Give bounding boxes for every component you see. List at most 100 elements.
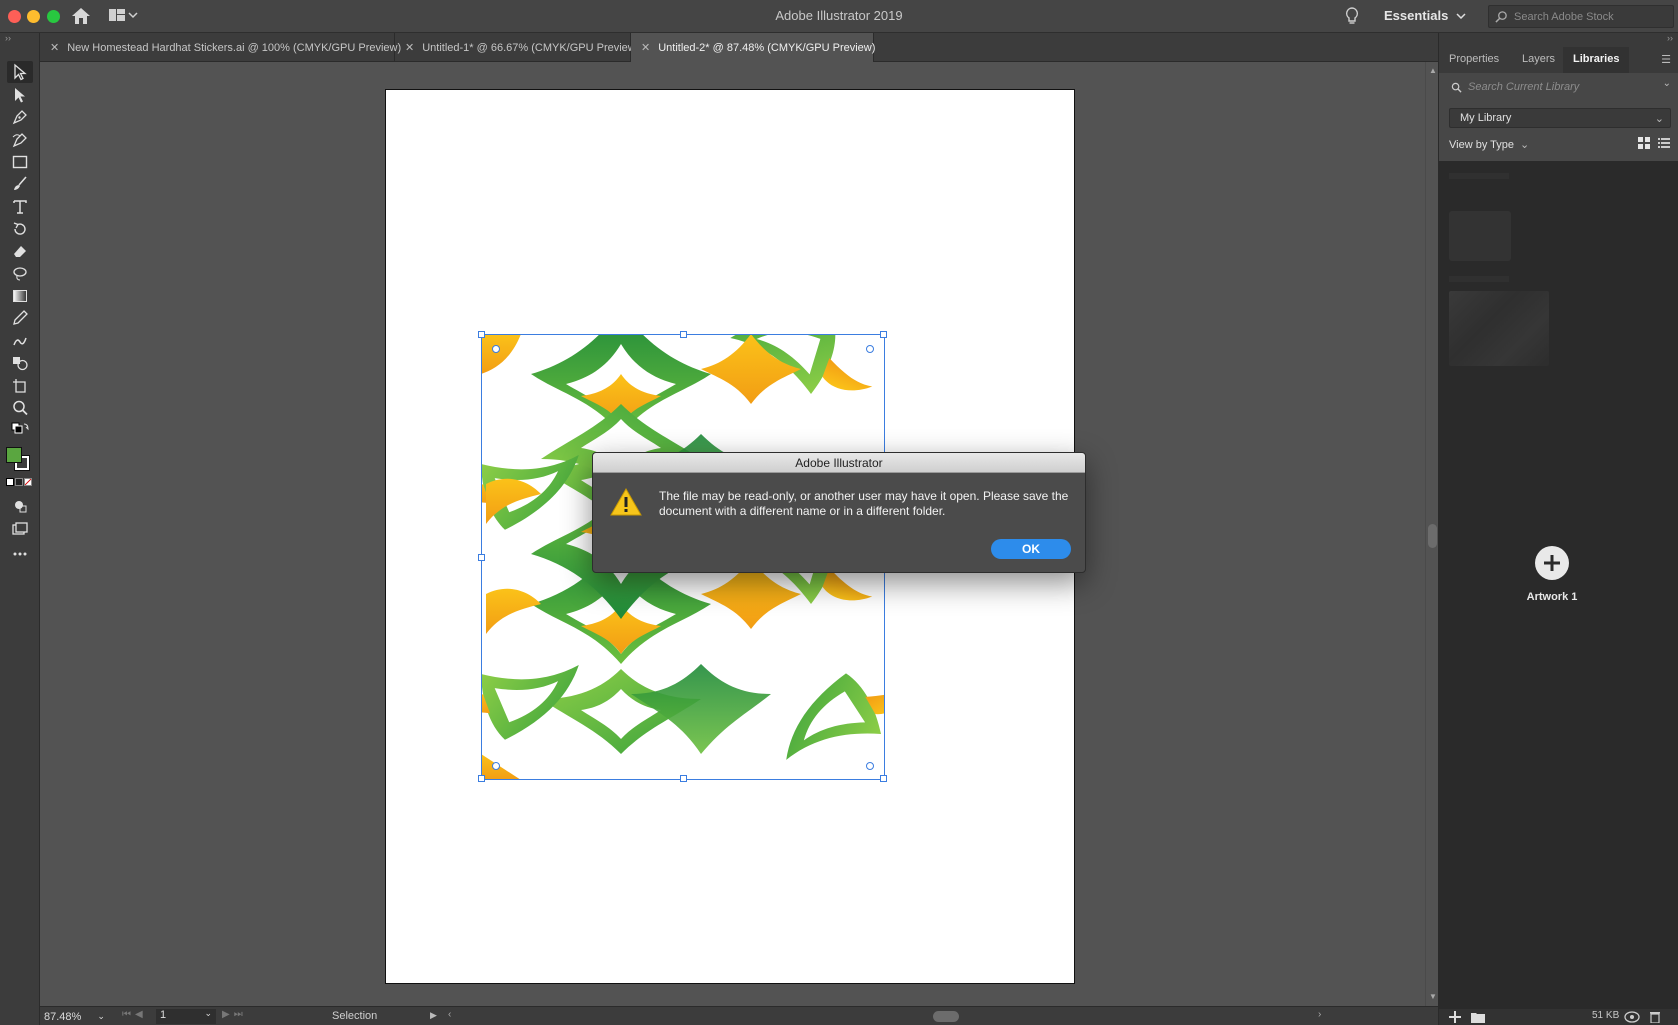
library-search-box[interactable]: ⌄ (1447, 76, 1673, 98)
close-tab-icon[interactable]: ✕ (405, 41, 414, 54)
zoom-tool-icon[interactable] (7, 397, 33, 419)
draw-mode-icon[interactable] (7, 495, 33, 517)
grid-view-icon[interactable] (1638, 137, 1650, 149)
trash-icon[interactable] (1649, 1010, 1661, 1023)
folder-icon[interactable] (1471, 1011, 1485, 1023)
rotate-tool-icon[interactable] (7, 218, 33, 240)
scroll-down-icon[interactable]: ▼ (1429, 992, 1437, 1001)
tab-label: New Homestead Hardhat Stickers.ai @ 100%… (67, 41, 402, 54)
add-artwork-button[interactable] (1535, 546, 1569, 580)
rectangle-tool-icon[interactable] (7, 151, 33, 173)
libraries-panel: ›› Properties Layers Libraries ☰ ⌄ My Li… (1438, 33, 1678, 1025)
shape-builder-tool-icon[interactable] (7, 352, 33, 374)
color-mode-buttons[interactable] (6, 478, 32, 488)
chevron-down-icon[interactable]: ⌄ (1663, 78, 1671, 89)
library-contents: Artwork 1 (1439, 161, 1678, 1009)
scroll-left-icon[interactable]: ‹ (448, 1009, 451, 1020)
alert-dialog: Adobe Illustrator The file may be read-o… (592, 452, 1086, 573)
zoom-level-dropdown[interactable]: 87.48% ⌄ (44, 1009, 114, 1024)
arrange-documents-icon[interactable] (109, 8, 145, 24)
chevron-down-icon: ⌄ (97, 1011, 105, 1021)
vertical-scroll-thumb[interactable] (1428, 524, 1437, 548)
status-bar: 87.48% ⌄ ⏮◀ 1 ⌄ ▶⏭ Selection ▶ ‹ › (40, 1006, 1438, 1025)
view-by-label: View by Type (1449, 138, 1515, 151)
fill-stroke-swatch[interactable] (5, 447, 35, 473)
direct-selection-tool-icon[interactable] (7, 84, 33, 106)
eraser-tool-icon[interactable] (7, 240, 33, 262)
tab-libraries[interactable]: Libraries (1563, 47, 1630, 73)
gradient-tool-icon[interactable] (7, 285, 33, 307)
document-tab-bar: ✕ New Homestead Hardhat Stickers.ai @ 10… (40, 33, 1438, 62)
panel-tab-bar: ›› Properties Layers Libraries ☰ (1439, 33, 1678, 73)
library-size: 51 KB (1592, 1010, 1620, 1021)
type-tool-icon[interactable] (7, 196, 33, 218)
close-tab-icon[interactable]: ✕ (50, 41, 59, 54)
artboard-number: 1 (160, 1009, 167, 1021)
document-tab-active[interactable]: ✕ Untitled-2* @ 87.48% (CMYK/GPU Preview… (631, 33, 876, 62)
lightbulb-icon[interactable] (1344, 6, 1360, 26)
workspace-label: Essentials (1384, 8, 1449, 23)
collapse-toolbar-icon[interactable]: ›› (5, 33, 11, 43)
workspace-switcher[interactable]: Essentials (1384, 8, 1466, 23)
artboard-tool-icon[interactable] (7, 375, 33, 397)
library-name: My Library (1460, 112, 1512, 124)
view-by-dropdown[interactable]: View by Type ⌄ (1449, 138, 1530, 152)
panel-menu-icon[interactable]: ☰ (1661, 53, 1671, 66)
lasso-tool-icon[interactable] (7, 263, 33, 285)
panel-footer: 51 KB (1439, 1009, 1678, 1025)
chevron-down-icon: ⌄ (204, 1008, 212, 1018)
blend-tool-icon[interactable] (7, 330, 33, 352)
eyedropper-tool-icon[interactable] (7, 307, 33, 329)
vertical-scrollbar[interactable]: ▲ ▼ (1425, 62, 1438, 1006)
close-window-button[interactable] (8, 10, 21, 23)
edit-toolbar-icon[interactable] (7, 543, 33, 565)
selection-tool-icon[interactable] (7, 61, 33, 83)
next-last-artboard-icon[interactable]: ▶⏭ (222, 1009, 247, 1020)
tab-label: Untitled-1* @ 66.67% (CMYK/GPU Preview) (422, 41, 640, 54)
stock-search-box[interactable] (1488, 5, 1674, 28)
scroll-right-icon[interactable]: › (1318, 1009, 1321, 1020)
chevron-down-icon: ⌄ (1520, 139, 1530, 151)
library-select[interactable]: My Library ⌄ (1449, 108, 1671, 128)
first-prev-artboard-icon[interactable]: ⏮◀ (122, 1009, 147, 1020)
search-icon (1451, 82, 1462, 93)
current-tool-status[interactable]: Selection (332, 1010, 377, 1022)
curvature-tool-icon[interactable] (7, 129, 33, 151)
ghost-section-label (1449, 173, 1509, 179)
warning-icon (609, 487, 643, 517)
tab-properties[interactable]: Properties (1439, 47, 1509, 73)
pen-tool-icon[interactable] (7, 106, 33, 128)
artboard-number-field[interactable]: 1 ⌄ (156, 1008, 216, 1024)
tab-label: Untitled-2* @ 87.48% (CMYK/GPU Preview) (658, 41, 876, 54)
list-view-icon[interactable] (1658, 137, 1670, 149)
minimize-window-button[interactable] (27, 10, 40, 23)
stock-search-input[interactable] (1514, 10, 1664, 23)
document-tab[interactable]: ✕ New Homestead Hardhat Stickers.ai @ 10… (40, 33, 401, 62)
collapse-panel-icon[interactable]: ›› (1667, 33, 1673, 43)
paintbrush-tool-icon[interactable] (7, 173, 33, 195)
tab-layers[interactable]: Layers (1512, 47, 1565, 73)
document-tab[interactable]: ✕ Untitled-1* @ 66.67% (CMYK/GPU Preview… (395, 33, 639, 62)
status-menu-arrow-icon[interactable]: ▶ (430, 1010, 437, 1021)
horizontal-scroll-thumb[interactable] (933, 1011, 959, 1022)
library-search-input[interactable] (1468, 81, 1648, 93)
sync-icon[interactable] (1624, 1011, 1640, 1023)
zoom-level: 87.48% (44, 1010, 82, 1023)
plus-icon (1544, 555, 1560, 571)
artwork-label: Artwork 1 (1526, 591, 1578, 603)
close-tab-icon[interactable]: ✕ (641, 41, 650, 54)
chevron-down-icon: ⌄ (1654, 113, 1664, 125)
add-plus-icon[interactable] (1449, 1011, 1461, 1023)
ghost-section-label (1449, 276, 1509, 282)
zoom-window-button[interactable] (47, 10, 60, 23)
scroll-up-icon[interactable]: ▲ (1429, 66, 1437, 75)
ghost-graphic-thumbnail (1449, 291, 1549, 366)
view-mode-toggle (1638, 137, 1670, 149)
default-colors-icon[interactable] (7, 421, 33, 437)
home-icon[interactable] (70, 6, 92, 26)
search-icon (1495, 11, 1507, 23)
ok-button[interactable]: OK (991, 539, 1071, 559)
screen-mode-icon[interactable] (7, 518, 33, 540)
chevron-down-icon (1456, 12, 1466, 19)
dialog-title: Adobe Illustrator (593, 453, 1085, 473)
